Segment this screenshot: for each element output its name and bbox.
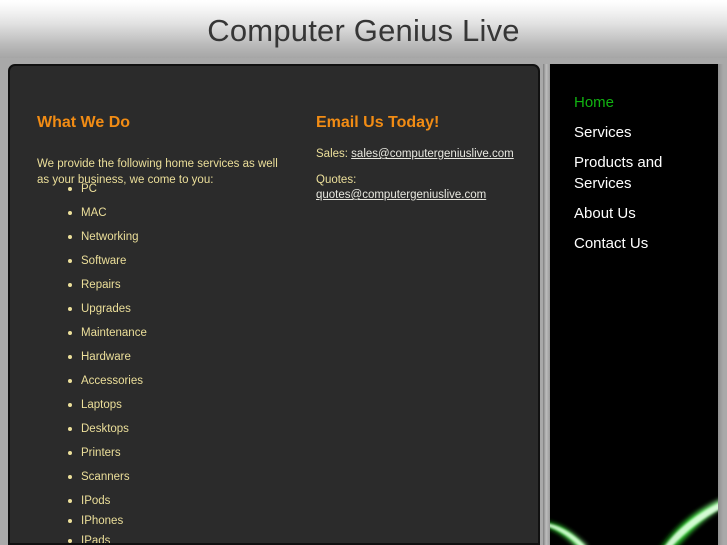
sales-label: Sales: [316, 148, 348, 160]
green-light-streak-graphic [550, 500, 718, 545]
main-content-panel: What We Do We provide the following home… [8, 64, 540, 545]
nav-item-about-us[interactable]: About Us [574, 203, 704, 224]
service-list-item: Accessories [37, 374, 147, 398]
service-list-item: Software [37, 254, 147, 278]
site-header: Computer Genius Live [0, 0, 727, 58]
nav-item-services[interactable]: Services [574, 122, 704, 143]
service-list-item: Repairs [37, 278, 147, 302]
sidebar-right-edge [718, 64, 727, 545]
nav-item-products-and-services[interactable]: Products and Services [574, 152, 704, 194]
panel-divider [543, 64, 550, 545]
page-root: Computer Genius Live What We Do We provi… [0, 0, 727, 545]
sales-contact-line: Sales: sales@computergeniuslive.com [316, 146, 514, 162]
main-navigation: Home Services Products and Services About U… [574, 92, 704, 263]
service-list-item: IPods [37, 494, 147, 514]
quotes-contact-line: quotes@computergeniuslive.com [316, 187, 486, 203]
service-list-item: MAC [37, 206, 147, 230]
service-list-item: Laptops [37, 398, 147, 422]
service-list-item: Upgrades [37, 302, 147, 326]
nav-item-contact-us[interactable]: Contact Us [574, 233, 704, 254]
services-list: PC MAC Networking Software Repairs Upgrades Ma… [37, 182, 147, 543]
service-list-item: IPhones [37, 514, 147, 534]
email-us-heading: Email Us Today! [316, 114, 440, 131]
sales-email-link[interactable]: sales@computergeniuslive.com [351, 148, 514, 160]
service-list-item: Printers [37, 446, 147, 470]
service-list-item: Maintenance [37, 326, 147, 350]
quotes-email-link[interactable]: quotes@computergeniuslive.com [316, 189, 486, 201]
service-list-item: Networking [37, 230, 147, 254]
service-list-item: Scanners [37, 470, 147, 494]
nav-item-home[interactable]: Home [574, 92, 704, 113]
what-we-do-heading: What We Do [37, 114, 131, 131]
sidebar-nav-panel: Home Services Products and Services About U… [550, 64, 718, 545]
service-list-item: PC [37, 182, 147, 206]
service-list-item: IPads [37, 534, 147, 543]
page-title: Computer Genius Live [207, 13, 520, 48]
quotes-label: Quotes: [316, 174, 357, 186]
service-list-item: Desktops [37, 422, 147, 446]
service-list-item: Hardware [37, 350, 147, 374]
